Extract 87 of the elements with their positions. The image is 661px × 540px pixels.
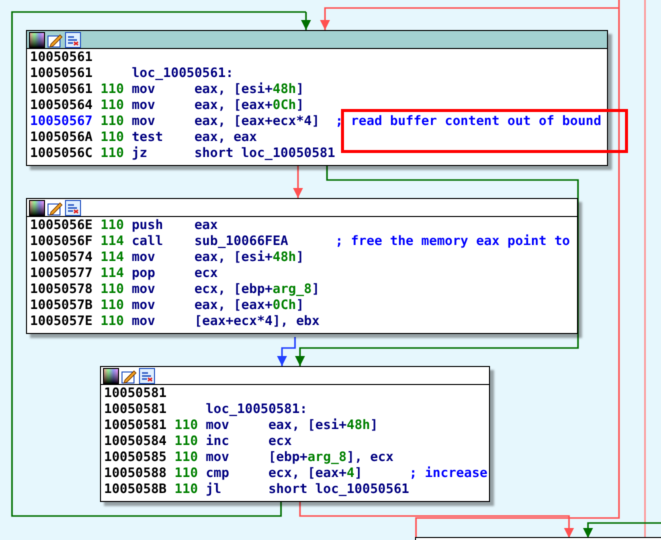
mnemonic-text: pop	[132, 266, 156, 282]
stack-offset-text: 110	[174, 434, 199, 450]
stack-offset-text: 114	[100, 234, 125, 250]
operand-text: [ebp+arg_8], ecx	[268, 450, 394, 466]
operand-text: eax, [eax+0Ch]	[194, 298, 304, 314]
stack-offset-text: 110	[100, 114, 125, 130]
mnemonic-text: call	[132, 234, 164, 250]
address-text: 1005056A	[30, 130, 94, 146]
address-text: 1005057B	[30, 298, 94, 314]
mnemonic-text: mov	[132, 298, 156, 314]
edge-arrow	[301, 12, 311, 30]
address-text: 10050577	[30, 266, 94, 282]
comment-text: ; read buffer content out of bound	[335, 114, 602, 130]
stack-offset-text: 110	[100, 314, 125, 330]
address-text: 10050574	[30, 250, 94, 266]
mnemonic-text: jl	[206, 482, 222, 498]
stack-offset-text: 114	[100, 266, 125, 282]
mnemonic-text: mov	[206, 418, 230, 434]
operand-text: eax, [esi+48h]	[268, 418, 378, 434]
operand-text: eax, [esi+48h]	[194, 250, 304, 266]
address-text: 10050581	[104, 386, 168, 402]
mnemonic-text: test	[132, 130, 164, 146]
operand-text: eax, eax	[194, 130, 257, 146]
operand-text: ecx, [eax+4]	[268, 466, 364, 482]
stack-offset-text: 110	[100, 218, 125, 234]
stack-offset-text: 110	[174, 450, 199, 466]
address-text: 1005056C	[30, 146, 94, 162]
operand-text: ecx	[194, 266, 218, 282]
mnemonic-text: mov	[132, 314, 156, 330]
address-text: 10050564	[30, 98, 94, 114]
operand-text: sub_10066FEA	[194, 234, 290, 250]
pencil-icon[interactable]	[121, 368, 137, 384]
address-text: 10050567	[30, 114, 94, 130]
operand-text: eax	[194, 218, 218, 234]
operand-text: eax, [esi+48h]	[194, 82, 304, 98]
address-text: 10050584	[104, 434, 168, 450]
comment-text: ; increase	[409, 466, 488, 482]
graph-view-icon[interactable]	[65, 32, 81, 48]
mnemonic-text: mov	[132, 114, 156, 130]
address-text: 1005056E	[30, 218, 94, 234]
pencil-icon[interactable]	[47, 200, 63, 216]
address-text: 10050585	[104, 450, 168, 466]
address-text: 10050561	[30, 82, 94, 98]
label-text: loc_10050581:	[206, 402, 308, 418]
mnemonic-text: mov	[206, 450, 230, 466]
operand-text: ecx, [ebp+arg_8]	[194, 282, 320, 298]
color-palette-icon[interactable]	[29, 32, 45, 48]
stack-offset-text: 110	[100, 82, 125, 98]
address-text: 10050561	[30, 50, 94, 66]
comment-text: ; free the memory eax point to	[335, 234, 570, 250]
stack-offset-text: 110	[174, 418, 199, 434]
stack-offset-text: 110	[100, 298, 125, 314]
mnemonic-text: mov	[132, 282, 156, 298]
address-text: 10050581	[104, 418, 168, 434]
graph-view-icon[interactable]	[139, 368, 155, 384]
stack-offset-text: 110	[100, 282, 125, 298]
operand-text: ecx	[268, 434, 292, 450]
stack-offset-text: 110	[174, 466, 199, 482]
mnemonic-text: cmp	[206, 466, 230, 482]
stack-offset-text: 110	[100, 98, 125, 114]
operand-text: [eax+ecx*4], ebx	[194, 314, 320, 330]
stack-offset-text: 110	[100, 130, 125, 146]
operand-text: short loc_10050581	[194, 146, 336, 162]
mnemonic-text: jz	[132, 146, 148, 162]
label-text: loc_10050561:	[132, 66, 234, 82]
mnemonic-text: mov	[132, 82, 156, 98]
operand-text: short loc_10050561	[268, 482, 410, 498]
mnemonic-text: mov	[132, 250, 156, 266]
address-text: 1005056F	[30, 234, 94, 250]
stack-offset-text: 110	[100, 146, 125, 162]
operand-text: eax, [eax+ecx*4]	[194, 114, 321, 130]
stack-offset-text: 110	[174, 482, 199, 498]
pencil-icon[interactable]	[47, 32, 63, 48]
mnemonic-text: inc	[206, 434, 230, 450]
address-text: 10050588	[104, 466, 168, 482]
mnemonic-text: push	[132, 218, 164, 234]
mnemonic-text: mov	[132, 98, 156, 114]
address-text: 1005057E	[30, 314, 94, 330]
address-text: 10050581	[104, 402, 168, 418]
graph-view-icon[interactable]	[65, 200, 81, 216]
address-text: 1005058B	[104, 482, 168, 498]
operand-text: eax, [eax+0Ch]	[194, 98, 304, 114]
color-palette-icon[interactable]	[29, 200, 45, 216]
stack-offset-text: 114	[100, 250, 125, 266]
address-text: 10050561	[30, 66, 94, 82]
color-palette-icon[interactable]	[103, 368, 119, 384]
address-text: 10050578	[30, 282, 94, 298]
